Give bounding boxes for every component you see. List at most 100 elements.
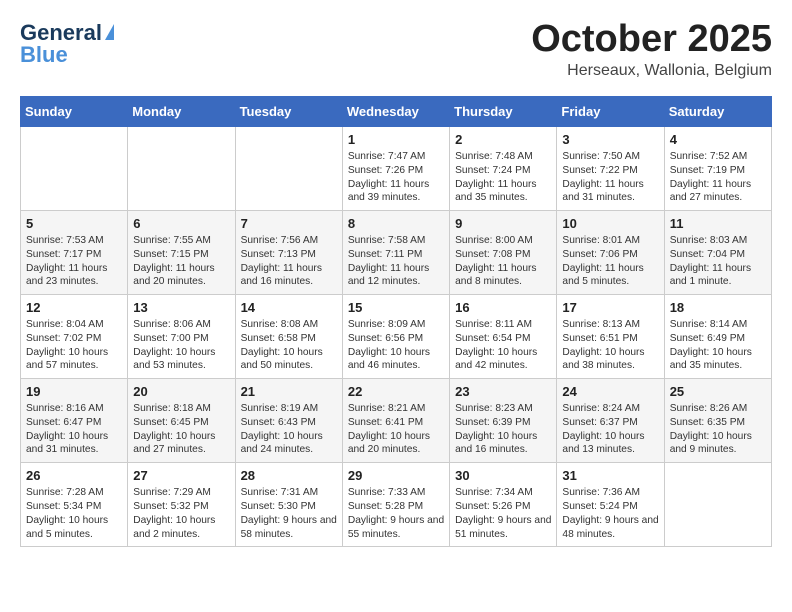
day-content: Sunrise: 8:13 AM Sunset: 6:51 PM Dayligh…: [562, 318, 658, 373]
location-subtitle: Herseaux, Wallonia, Belgium: [531, 62, 772, 80]
day-number: 16: [455, 300, 551, 315]
calendar-week-2: 5 Sunrise: 7:53 AM Sunset: 7:17 PM Daylig…: [21, 211, 772, 295]
calendar-cell: 8 Sunrise: 7:58 AM Sunset: 7:11 PM Daylig…: [342, 211, 449, 295]
day-number: 8: [348, 216, 444, 231]
day-number: 3: [562, 132, 658, 147]
calendar-cell: [128, 127, 235, 211]
day-content: Sunrise: 7:33 AM Sunset: 5:28 PM Dayligh…: [348, 486, 444, 541]
calendar-cell: 3 Sunrise: 7:50 AM Sunset: 7:22 PM Daylig…: [557, 127, 664, 211]
day-number: 29: [348, 468, 444, 483]
calendar-cell: 16 Sunrise: 8:11 AM Sunset: 6:54 PM Dayli…: [450, 295, 557, 379]
logo-blue: Blue: [20, 42, 68, 68]
day-content: Sunrise: 7:29 AM Sunset: 5:32 PM Dayligh…: [133, 486, 229, 541]
calendar-week-4: 19 Sunrise: 8:16 AM Sunset: 6:47 PM Dayli…: [21, 379, 772, 463]
day-number: 21: [241, 384, 337, 399]
page-header: General Blue October 2025 Herseaux, Wall…: [20, 20, 772, 80]
day-content: Sunrise: 7:31 AM Sunset: 5:30 PM Dayligh…: [241, 486, 337, 541]
day-content: Sunrise: 7:53 AM Sunset: 7:17 PM Dayligh…: [26, 234, 122, 289]
day-number: 24: [562, 384, 658, 399]
calendar-cell: 7 Sunrise: 7:56 AM Sunset: 7:13 PM Daylig…: [235, 211, 342, 295]
calendar-cell: 4 Sunrise: 7:52 AM Sunset: 7:19 PM Daylig…: [664, 127, 771, 211]
calendar-cell: 18 Sunrise: 8:14 AM Sunset: 6:49 PM Dayli…: [664, 295, 771, 379]
day-content: Sunrise: 8:08 AM Sunset: 6:58 PM Dayligh…: [241, 318, 337, 373]
day-content: Sunrise: 8:09 AM Sunset: 6:56 PM Dayligh…: [348, 318, 444, 373]
title-area: October 2025 Herseaux, Wallonia, Belgium: [531, 20, 772, 80]
day-content: Sunrise: 8:18 AM Sunset: 6:45 PM Dayligh…: [133, 402, 229, 457]
day-number: 26: [26, 468, 122, 483]
calendar-header: SundayMondayTuesdayWednesdayThursdayFrid…: [21, 97, 772, 127]
logo-triangle-icon: [105, 24, 114, 40]
day-content: Sunrise: 7:47 AM Sunset: 7:26 PM Dayligh…: [348, 150, 444, 205]
calendar-cell: 2 Sunrise: 7:48 AM Sunset: 7:24 PM Daylig…: [450, 127, 557, 211]
calendar-cell: 22Sunrise: 8:21 AM Sunset: 6:41 PM Dayli…: [342, 379, 449, 463]
calendar-cell: 28 Sunrise: 7:31 AM Sunset: 5:30 PM Dayli…: [235, 463, 342, 547]
calendar-body: 1 Sunrise: 7:47 AM Sunset: 7:26 PM Daylig…: [21, 127, 772, 547]
calendar-cell: [235, 127, 342, 211]
day-content: Sunrise: 8:26 AM Sunset: 6:35 PM Dayligh…: [670, 402, 766, 457]
day-number: 11: [670, 216, 766, 231]
day-content: Sunrise: 8:00 AM Sunset: 7:08 PM Dayligh…: [455, 234, 551, 289]
day-content: Sunrise: 7:58 AM Sunset: 7:11 PM Dayligh…: [348, 234, 444, 289]
day-content: Sunrise: 7:56 AM Sunset: 7:13 PM Dayligh…: [241, 234, 337, 289]
calendar-cell: 31 Sunrise: 7:36 AM Sunset: 5:24 PM Dayli…: [557, 463, 664, 547]
day-content: Sunrise: 8:21 AM Sunset: 6:41 PM Dayligh…: [348, 402, 444, 457]
day-content: Sunrise: 7:48 AM Sunset: 7:24 PM Dayligh…: [455, 150, 551, 205]
calendar-week-1: 1 Sunrise: 7:47 AM Sunset: 7:26 PM Daylig…: [21, 127, 772, 211]
day-number: 7: [241, 216, 337, 231]
day-number: 18: [670, 300, 766, 315]
day-number: 2: [455, 132, 551, 147]
calendar-cell: 5 Sunrise: 7:53 AM Sunset: 7:17 PM Daylig…: [21, 211, 128, 295]
calendar-cell: 14 Sunrise: 8:08 AM Sunset: 6:58 PM Dayli…: [235, 295, 342, 379]
day-number: 20: [133, 384, 229, 399]
day-number: 5: [26, 216, 122, 231]
calendar-cell: 13 Sunrise: 8:06 AM Sunset: 7:00 PM Dayli…: [128, 295, 235, 379]
day-number: 17: [562, 300, 658, 315]
calendar-cell: 6 Sunrise: 7:55 AM Sunset: 7:15 PM Daylig…: [128, 211, 235, 295]
day-number: 19: [26, 384, 122, 399]
day-number: 13: [133, 300, 229, 315]
header-day-thursday: Thursday: [450, 97, 557, 127]
day-number: 15: [348, 300, 444, 315]
calendar-cell: 17 Sunrise: 8:13 AM Sunset: 6:51 PM Dayli…: [557, 295, 664, 379]
calendar-week-5: 26 Sunrise: 7:28 AM Sunset: 5:34 PM Dayli…: [21, 463, 772, 547]
day-content: Sunrise: 8:23 AM Sunset: 6:39 PM Dayligh…: [455, 402, 551, 457]
calendar-cell: [664, 463, 771, 547]
day-number: 23: [455, 384, 551, 399]
day-content: Sunrise: 8:19 AM Sunset: 6:43 PM Dayligh…: [241, 402, 337, 457]
logo: General Blue: [20, 20, 114, 68]
day-number: 9: [455, 216, 551, 231]
calendar-week-3: 12 Sunrise: 8:04 AM Sunset: 7:02 PM Dayli…: [21, 295, 772, 379]
day-number: 28: [241, 468, 337, 483]
day-number: 6: [133, 216, 229, 231]
header-day-friday: Friday: [557, 97, 664, 127]
day-content: Sunrise: 8:03 AM Sunset: 7:04 PM Dayligh…: [670, 234, 766, 289]
day-content: Sunrise: 8:16 AM Sunset: 6:47 PM Dayligh…: [26, 402, 122, 457]
day-number: 25: [670, 384, 766, 399]
day-content: Sunrise: 8:24 AM Sunset: 6:37 PM Dayligh…: [562, 402, 658, 457]
day-number: 30: [455, 468, 551, 483]
day-content: Sunrise: 7:52 AM Sunset: 7:19 PM Dayligh…: [670, 150, 766, 205]
day-content: Sunrise: 8:04 AM Sunset: 7:02 PM Dayligh…: [26, 318, 122, 373]
day-content: Sunrise: 7:55 AM Sunset: 7:15 PM Dayligh…: [133, 234, 229, 289]
day-content: Sunrise: 8:14 AM Sunset: 6:49 PM Dayligh…: [670, 318, 766, 373]
calendar-cell: [21, 127, 128, 211]
day-content: Sunrise: 7:28 AM Sunset: 5:34 PM Dayligh…: [26, 486, 122, 541]
day-content: Sunrise: 8:11 AM Sunset: 6:54 PM Dayligh…: [455, 318, 551, 373]
day-number: 12: [26, 300, 122, 315]
calendar-table: SundayMondayTuesdayWednesdayThursdayFrid…: [20, 96, 772, 547]
day-number: 31: [562, 468, 658, 483]
day-content: Sunrise: 7:34 AM Sunset: 5:26 PM Dayligh…: [455, 486, 551, 541]
day-content: Sunrise: 7:50 AM Sunset: 7:22 PM Dayligh…: [562, 150, 658, 205]
day-number: 1: [348, 132, 444, 147]
calendar-cell: 10Sunrise: 8:01 AM Sunset: 7:06 PM Dayli…: [557, 211, 664, 295]
header-day-saturday: Saturday: [664, 97, 771, 127]
header-day-tuesday: Tuesday: [235, 97, 342, 127]
day-number: 14: [241, 300, 337, 315]
day-number: 4: [670, 132, 766, 147]
day-content: Sunrise: 7:36 AM Sunset: 5:24 PM Dayligh…: [562, 486, 658, 541]
header-row: SundayMondayTuesdayWednesdayThursdayFrid…: [21, 97, 772, 127]
calendar-cell: 24 Sunrise: 8:24 AM Sunset: 6:37 PM Dayli…: [557, 379, 664, 463]
day-content: Sunrise: 8:06 AM Sunset: 7:00 PM Dayligh…: [133, 318, 229, 373]
header-day-wednesday: Wednesday: [342, 97, 449, 127]
calendar-cell: 23 Sunrise: 8:23 AM Sunset: 6:39 PM Dayli…: [450, 379, 557, 463]
